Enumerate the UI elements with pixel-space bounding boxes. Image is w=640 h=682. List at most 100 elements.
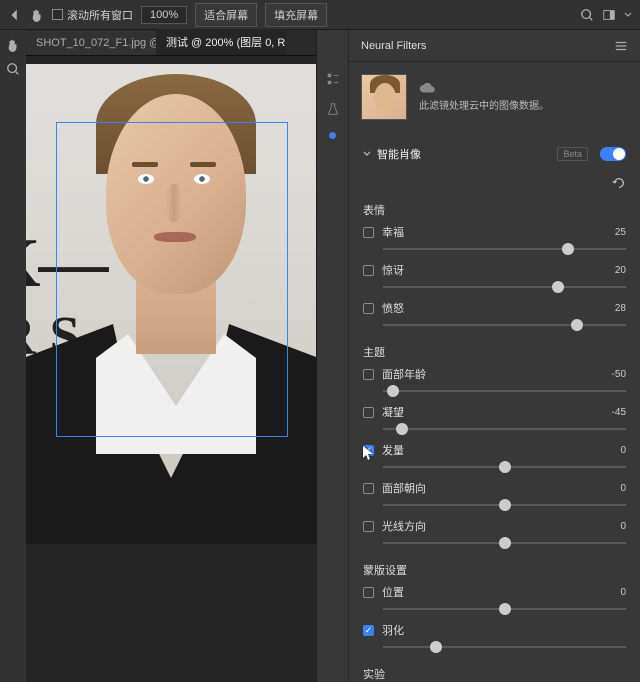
slider-checkbox[interactable] xyxy=(363,369,374,380)
photo-preview: K— R S xyxy=(26,64,316,544)
group-subject: 主题 xyxy=(349,336,640,364)
canvas[interactable]: K— R S xyxy=(26,56,316,682)
slider-幸福[interactable]: 幸福 25 xyxy=(349,222,640,260)
fill-screen-button[interactable]: 填充屏幕 xyxy=(265,3,327,27)
slider-track[interactable] xyxy=(383,286,626,288)
slider-value: -50 xyxy=(612,369,626,380)
slider-label: 发量 xyxy=(382,442,612,458)
panel-header: Neural Filters xyxy=(349,30,640,62)
slider-value: 25 xyxy=(615,227,626,238)
slider-label: 光线方向 xyxy=(382,518,612,534)
slider-value: 0 xyxy=(620,483,626,494)
slider-label: 面部年龄 xyxy=(382,366,604,382)
slider-checkbox[interactable] xyxy=(363,227,374,238)
zoom-input[interactable]: 100% xyxy=(141,6,187,24)
beaker-icon[interactable] xyxy=(326,102,340,116)
slider-track[interactable] xyxy=(383,542,626,544)
workspace-icon[interactable] xyxy=(602,8,616,22)
slider-checkbox[interactable] xyxy=(363,483,374,494)
cloud-text: 此滤镜处理云中的图像数据。 xyxy=(419,97,549,112)
face-thumb-row: 此滤镜处理云中的图像数据。 xyxy=(349,62,640,132)
beta-badge: Beta xyxy=(557,147,588,161)
document-tabs: SHOT_10_072_F1.jpg @ 50%(R...× 测试 @ 200%… xyxy=(26,30,316,56)
hand-tool-icon[interactable] xyxy=(6,38,20,52)
slider-label: 惊讶 xyxy=(382,262,607,278)
slider-label: 幸福 xyxy=(382,224,607,240)
slider-track[interactable] xyxy=(383,248,626,250)
cursor-icon xyxy=(363,446,375,462)
slider-knob[interactable] xyxy=(499,499,511,511)
slider-knob[interactable] xyxy=(396,423,408,435)
slider-knob[interactable] xyxy=(571,319,583,331)
slider-checkbox[interactable] xyxy=(363,303,374,314)
slider-label: 面部朝向 xyxy=(382,480,612,496)
scroll-all-checkbox[interactable]: 滚动所有窗口 xyxy=(52,7,133,23)
slider-knob[interactable] xyxy=(562,243,574,255)
slider-knob[interactable] xyxy=(499,603,511,615)
back-icon[interactable] xyxy=(8,8,22,22)
slider-checkbox[interactable] xyxy=(363,521,374,532)
group-experiment: 实验 xyxy=(349,658,640,682)
slider-track[interactable] xyxy=(383,390,626,392)
reset-icon[interactable] xyxy=(612,176,626,190)
group-mask: 蒙版设置 xyxy=(349,554,640,582)
app-topbar: 滚动所有窗口 100% 适合屏幕 填充屏幕 xyxy=(0,0,640,30)
filter-toggle[interactable] xyxy=(600,147,626,161)
menu-icon[interactable] xyxy=(614,39,628,53)
slider-knob[interactable] xyxy=(499,461,511,473)
slider-knob[interactable] xyxy=(430,641,442,653)
slider-checkbox[interactable] xyxy=(363,587,374,598)
selection-rect[interactable] xyxy=(56,122,288,437)
zoom-tool-icon[interactable] xyxy=(6,62,20,76)
slider-track[interactable] xyxy=(383,608,626,610)
slider-track[interactable] xyxy=(383,646,626,648)
slider-knob[interactable] xyxy=(387,385,399,397)
slider-光线方向[interactable]: 光线方向 0 xyxy=(349,516,640,554)
chevron-down-icon xyxy=(363,150,371,158)
neural-filters-panel: Neural Filters 此滤镜处理云中的图像数据。 智能肖像 Beta xyxy=(316,30,640,682)
slider-面部朝向[interactable]: 面部朝向 0 xyxy=(349,478,640,516)
slider-checkbox[interactable] xyxy=(363,265,374,276)
slider-value: 0 xyxy=(620,521,626,532)
slider-track[interactable] xyxy=(383,428,626,430)
slider-knob[interactable] xyxy=(552,281,564,293)
slider-value: 28 xyxy=(615,303,626,314)
slider-checkbox[interactable] xyxy=(363,407,374,418)
slider-惊讶[interactable]: 惊讶 20 xyxy=(349,260,640,298)
group-expression: 表情 xyxy=(349,194,640,222)
fit-screen-button[interactable]: 适合屏幕 xyxy=(195,3,257,27)
section-header[interactable]: 智能肖像 Beta xyxy=(363,140,626,168)
slider-value: 0 xyxy=(620,587,626,598)
slider-value: 20 xyxy=(615,265,626,276)
slider-凝望[interactable]: 凝望 -45 xyxy=(349,402,640,440)
slider-羽化[interactable]: 羽化 xyxy=(349,620,640,658)
slider-track[interactable] xyxy=(383,324,626,326)
document-area: SHOT_10_072_F1.jpg @ 50%(R...× 测试 @ 200%… xyxy=(26,30,316,682)
panel-sidebar xyxy=(317,30,349,682)
tab-inactive[interactable]: SHOT_10_072_F1.jpg @ 50%(R...× xyxy=(26,31,156,55)
slider-发量[interactable]: 发量 0 xyxy=(349,440,640,478)
cloud-icon xyxy=(419,82,437,94)
slider-value: -45 xyxy=(612,407,626,418)
tab-active[interactable]: 测试 @ 200% (图层 0, RGB/8) *× xyxy=(156,29,286,55)
left-toolbar xyxy=(0,30,26,682)
slider-knob[interactable] xyxy=(499,537,511,549)
slider-label: 位置 xyxy=(382,584,612,600)
search-icon[interactable] xyxy=(580,8,594,22)
slider-位置[interactable]: 位置 0 xyxy=(349,582,640,620)
slider-面部年龄[interactable]: 面部年龄 -50 xyxy=(349,364,640,402)
slider-checkbox[interactable] xyxy=(363,625,374,636)
hand-icon[interactable] xyxy=(30,8,44,22)
filters-list-icon[interactable] xyxy=(326,72,340,86)
slider-愤怒[interactable]: 愤怒 28 xyxy=(349,298,640,336)
slider-label: 愤怒 xyxy=(382,300,607,316)
slider-track[interactable] xyxy=(383,466,626,468)
chevron-down-icon[interactable] xyxy=(624,8,632,22)
face-thumbnail[interactable] xyxy=(361,74,407,120)
slider-track[interactable] xyxy=(383,504,626,506)
slider-label: 羽化 xyxy=(382,622,618,638)
active-filter-dot[interactable] xyxy=(329,132,336,139)
slider-value: 0 xyxy=(620,445,626,456)
slider-label: 凝望 xyxy=(382,404,604,420)
panel-title: Neural Filters xyxy=(361,40,426,52)
